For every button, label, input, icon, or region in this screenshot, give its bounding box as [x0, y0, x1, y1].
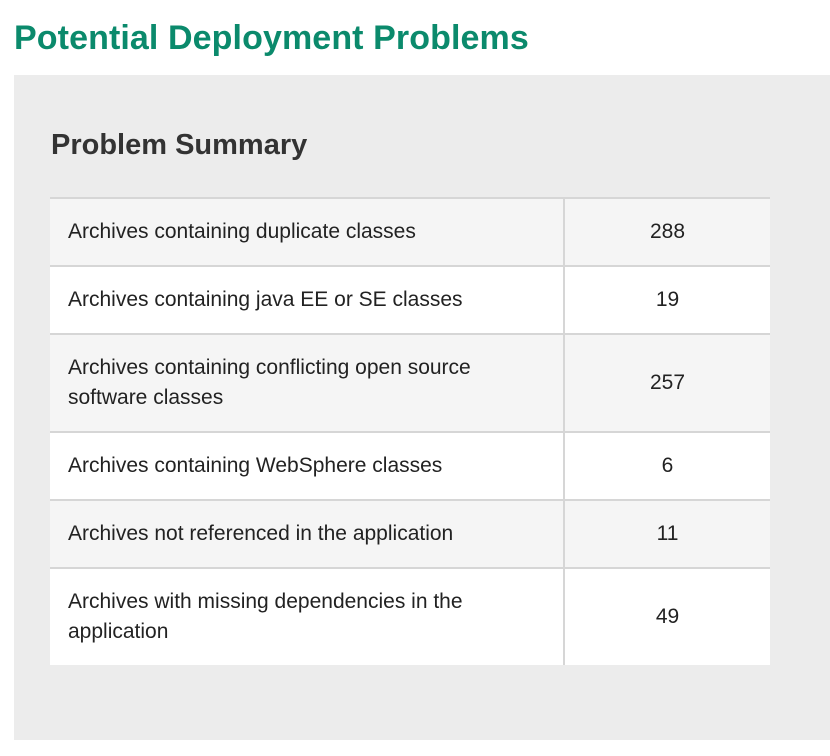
problem-summary-table: Archives containing duplicate classes 28…: [50, 197, 770, 665]
row-label: Archives with missing dependencies in th…: [50, 567, 565, 665]
page-title: Potential Deployment Problems: [14, 19, 529, 57]
row-count: 6: [564, 431, 770, 500]
row-count: 257: [564, 333, 770, 432]
table-row: Archives with missing dependencies in th…: [50, 567, 770, 665]
row-count: 19: [564, 265, 770, 334]
row-label: Archives containing WebSphere classes: [50, 431, 565, 500]
row-label: Archives not referenced in the applicati…: [50, 499, 565, 568]
section-title: Problem Summary: [51, 129, 308, 161]
row-label: Archives containing duplicate classes: [50, 197, 565, 266]
row-count: 11: [564, 499, 770, 568]
row-label: Archives containing conflicting open sou…: [50, 333, 565, 432]
table-row: Archives containing WebSphere classes 6: [50, 431, 770, 500]
row-label: Archives containing java EE or SE classe…: [50, 265, 565, 334]
row-count: 288: [564, 197, 770, 266]
table-row: Archives containing duplicate classes 28…: [50, 197, 770, 266]
table-row: Archives not referenced in the applicati…: [50, 499, 770, 568]
problem-summary-panel: Problem Summary Archives containing dupl…: [14, 75, 830, 740]
row-count: 49: [564, 567, 770, 665]
table-row: Archives containing java EE or SE classe…: [50, 265, 770, 334]
table-row: Archives containing conflicting open sou…: [50, 333, 770, 432]
